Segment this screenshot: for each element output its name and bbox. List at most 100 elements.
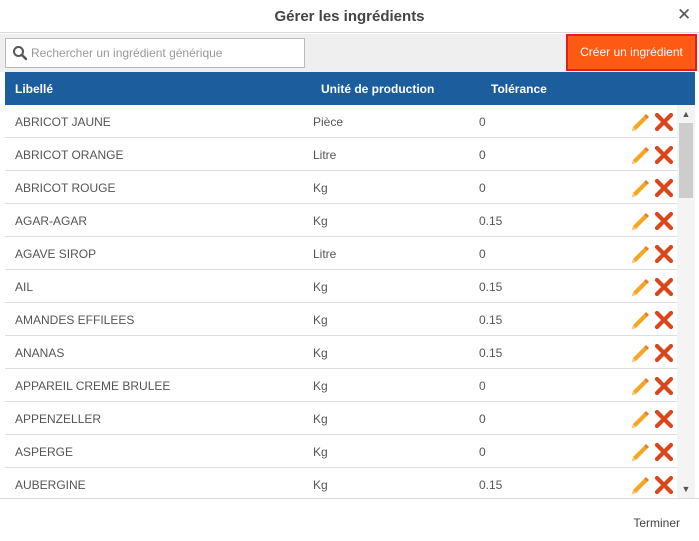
pencil-icon[interactable] — [629, 308, 651, 332]
table-row[interactable]: AUBERGINE Kg 0.15 — [5, 468, 695, 498]
footer-divider — [0, 498, 699, 499]
row-actions — [629, 308, 675, 332]
ingredient-label: ABRICOT ORANGE — [15, 148, 124, 162]
row-actions — [629, 176, 675, 200]
delete-icon[interactable] — [653, 473, 675, 497]
pencil-icon[interactable] — [629, 407, 651, 431]
ingredient-unit: Kg — [313, 280, 328, 294]
table-row[interactable]: APPAREIL CREME BRULEE Kg 0 — [5, 369, 695, 402]
row-actions — [629, 440, 675, 464]
scrollbar[interactable]: ▲ ▼ — [677, 105, 695, 498]
ingredient-unit: Kg — [313, 181, 328, 195]
ingredient-tolerance: 0 — [479, 412, 486, 426]
ingredient-unit: Kg — [313, 313, 328, 327]
ingredient-unit: Litre — [313, 148, 337, 162]
ingredient-unit: Kg — [313, 478, 328, 492]
table-row[interactable]: AGAVE SIROP Litre 0 — [5, 237, 695, 270]
ingredient-label: AUBERGINE — [15, 478, 86, 492]
ingredient-unit: Litre — [313, 247, 337, 261]
ingredient-unit: Kg — [313, 346, 328, 360]
delete-icon[interactable] — [653, 440, 675, 464]
ingredient-tolerance: 0.15 — [479, 214, 503, 228]
ingredient-label: ABRICOT JAUNE — [15, 115, 111, 129]
row-actions — [629, 341, 675, 365]
ingredient-label: AGAR-AGAR — [15, 214, 88, 228]
table-row[interactable]: ABRICOT ORANGE Litre 0 — [5, 138, 695, 171]
ingredient-label: AMANDES EFFILEES — [15, 313, 135, 327]
ingredient-unit: Kg — [313, 214, 328, 228]
delete-icon[interactable] — [653, 209, 675, 233]
pencil-icon[interactable] — [629, 473, 651, 497]
ingredient-label: ABRICOT ROUGE — [15, 181, 116, 195]
scroll-down-icon[interactable]: ▼ — [677, 482, 695, 496]
ingredient-label: APPENZELLER — [15, 412, 102, 426]
table-header: Libellé Unité de production Tolérance — [5, 72, 695, 105]
ingredient-unit: Pièce — [313, 115, 344, 129]
close-icon[interactable]: ✕ — [677, 6, 691, 23]
ingredient-tolerance: 0 — [479, 247, 486, 261]
delete-icon[interactable] — [653, 143, 675, 167]
pencil-icon[interactable] — [629, 176, 651, 200]
table-row[interactable]: ABRICOT JAUNE Pièce 0 — [5, 105, 695, 138]
pencil-icon[interactable] — [629, 209, 651, 233]
column-header-label[interactable]: Libellé — [15, 82, 53, 96]
ingredient-label: APPAREIL CREME BRULEE — [15, 379, 171, 393]
dialog-titlebar: Gérer les ingrédients ✕ — [0, 0, 699, 33]
pencil-icon[interactable] — [629, 275, 651, 299]
delete-icon[interactable] — [653, 176, 675, 200]
row-actions — [629, 110, 675, 134]
pencil-icon[interactable] — [629, 341, 651, 365]
delete-icon[interactable] — [653, 407, 675, 431]
table-row[interactable]: AIL Kg 0.15 — [5, 270, 695, 303]
dialog-title: Gérer les ingrédients — [274, 8, 425, 25]
delete-icon[interactable] — [653, 275, 675, 299]
pencil-icon[interactable] — [629, 440, 651, 464]
pencil-icon[interactable] — [629, 374, 651, 398]
delete-icon[interactable] — [653, 308, 675, 332]
scrollbar-thumb[interactable] — [679, 123, 693, 198]
row-actions — [629, 374, 675, 398]
ingredient-tolerance: 0 — [479, 115, 486, 129]
delete-icon[interactable] — [653, 110, 675, 134]
finish-button[interactable]: Terminer — [633, 516, 680, 530]
table-row[interactable]: AMANDES EFFILEES Kg 0.15 — [5, 303, 695, 336]
delete-icon[interactable] — [653, 341, 675, 365]
search-input[interactable] — [31, 39, 301, 67]
ingredient-tolerance: 0.15 — [479, 478, 503, 492]
ingredient-tolerance: 0.15 — [479, 346, 503, 360]
ingredient-unit: Kg — [313, 379, 328, 393]
toolbar: Créer un ingrédient — [0, 34, 699, 72]
search-icon — [13, 46, 28, 61]
row-actions — [629, 275, 675, 299]
delete-icon[interactable] — [653, 242, 675, 266]
scroll-up-icon[interactable]: ▲ — [677, 107, 695, 121]
pencil-icon[interactable] — [629, 110, 651, 134]
ingredient-unit: Kg — [313, 412, 328, 426]
table-row[interactable]: ANANAS Kg 0.15 — [5, 336, 695, 369]
ingredients-table-body: ABRICOT JAUNE Pièce 0 ABRICOT ORANGE Litre 0 A… — [5, 105, 695, 498]
ingredient-tolerance: 0 — [479, 181, 486, 195]
pencil-icon[interactable] — [629, 143, 651, 167]
column-header-unit[interactable]: Unité de production — [321, 82, 434, 96]
row-actions — [629, 242, 675, 266]
ingredient-label: AGAVE SIROP — [15, 247, 97, 261]
table-row[interactable]: APPENZELLER Kg 0 — [5, 402, 695, 435]
table-row[interactable]: AGAR-AGAR Kg 0.15 — [5, 204, 695, 237]
row-actions — [629, 209, 675, 233]
ingredient-tolerance: 0 — [479, 148, 486, 162]
create-ingredient-button[interactable]: Créer un ingrédient — [566, 34, 697, 71]
create-ingredient-label: Créer un ingrédient — [570, 38, 693, 67]
ingredient-tolerance: 0 — [479, 445, 486, 459]
ingredient-tolerance: 0.15 — [479, 280, 503, 294]
ingredient-label: ASPERGE — [15, 445, 74, 459]
ingredient-tolerance: 0.15 — [479, 313, 503, 327]
pencil-icon[interactable] — [629, 242, 651, 266]
ingredient-label: AIL — [15, 280, 34, 294]
row-actions — [629, 473, 675, 497]
column-header-tolerance[interactable]: Tolérance — [491, 82, 547, 96]
delete-icon[interactable] — [653, 374, 675, 398]
search-box[interactable] — [5, 38, 305, 68]
table-row[interactable]: ASPERGE Kg 0 — [5, 435, 695, 468]
ingredient-label: ANANAS — [15, 346, 65, 360]
table-row[interactable]: ABRICOT ROUGE Kg 0 — [5, 171, 695, 204]
